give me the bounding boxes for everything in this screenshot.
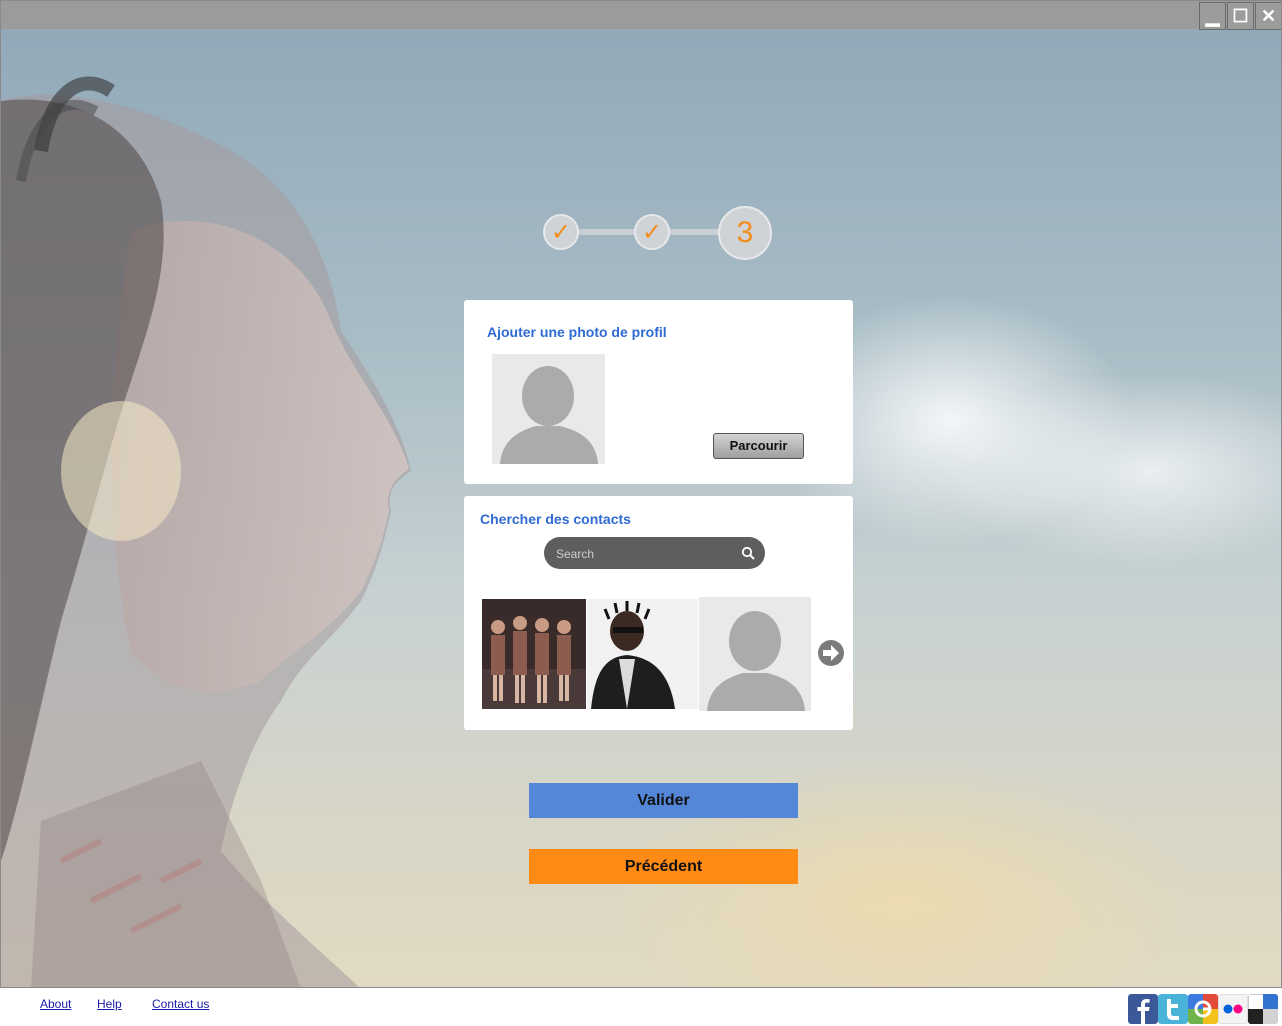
browse-button[interactable]: Parcourir	[713, 433, 804, 459]
user-silhouette-icon	[699, 597, 811, 711]
search-input[interactable]	[554, 543, 728, 565]
check-icon: ✓	[641, 218, 663, 246]
facebook-icon[interactable]	[1128, 994, 1158, 1024]
validate-button[interactable]: Valider	[529, 783, 798, 818]
step-indicator: ✓ ✓ 3	[541, 206, 781, 266]
app-window: ▁ ☐ ✕ ✓ ✓ 3 Ajouter une photo de profil …	[0, 0, 1282, 988]
minimize-icon: ▁	[1205, 6, 1220, 26]
close-button[interactable]: ✕	[1255, 2, 1281, 30]
twitter-icon[interactable]	[1158, 994, 1188, 1024]
close-icon: ✕	[1260, 6, 1277, 26]
contact-thumbnail[interactable]	[482, 599, 586, 709]
contact-thumbnail[interactable]	[587, 599, 698, 709]
contact-photo-man	[587, 599, 698, 709]
maximize-button[interactable]: ☐	[1227, 2, 1254, 30]
check-icon: ✓	[550, 218, 572, 246]
maximize-icon: ☐	[1232, 6, 1249, 26]
woman-with-headphones-image	[1, 76, 411, 987]
profile-photo-title: Ajouter une photo de profil	[487, 324, 667, 340]
profile-avatar-placeholder	[492, 354, 605, 464]
step-3-current: 3	[718, 206, 772, 260]
footer-link-contact[interactable]: Contact us	[152, 997, 209, 1011]
step-number: 3	[736, 216, 754, 249]
step-connector	[571, 229, 641, 235]
step-2-done: ✓	[634, 214, 670, 250]
contact-search-box	[544, 537, 765, 569]
flickr-icon[interactable]	[1218, 994, 1248, 1024]
footer-link-about[interactable]: About	[40, 997, 71, 1011]
delicious-icon[interactable]	[1248, 994, 1278, 1024]
google-icon[interactable]	[1188, 994, 1218, 1024]
step-1-done: ✓	[543, 214, 579, 250]
minimize-button[interactable]: ▁	[1199, 2, 1226, 30]
search-icon[interactable]	[741, 546, 755, 560]
contact-photo-group	[482, 599, 586, 709]
contacts-title: Chercher des contacts	[480, 511, 631, 527]
user-silhouette-icon	[492, 354, 605, 464]
next-arrow-icon[interactable]	[817, 639, 845, 667]
footer-link-help[interactable]: Help	[97, 997, 122, 1011]
previous-button[interactable]: Précédent	[529, 849, 798, 884]
title-bar	[1, 1, 1281, 29]
contact-thumbnail[interactable]	[699, 597, 811, 711]
